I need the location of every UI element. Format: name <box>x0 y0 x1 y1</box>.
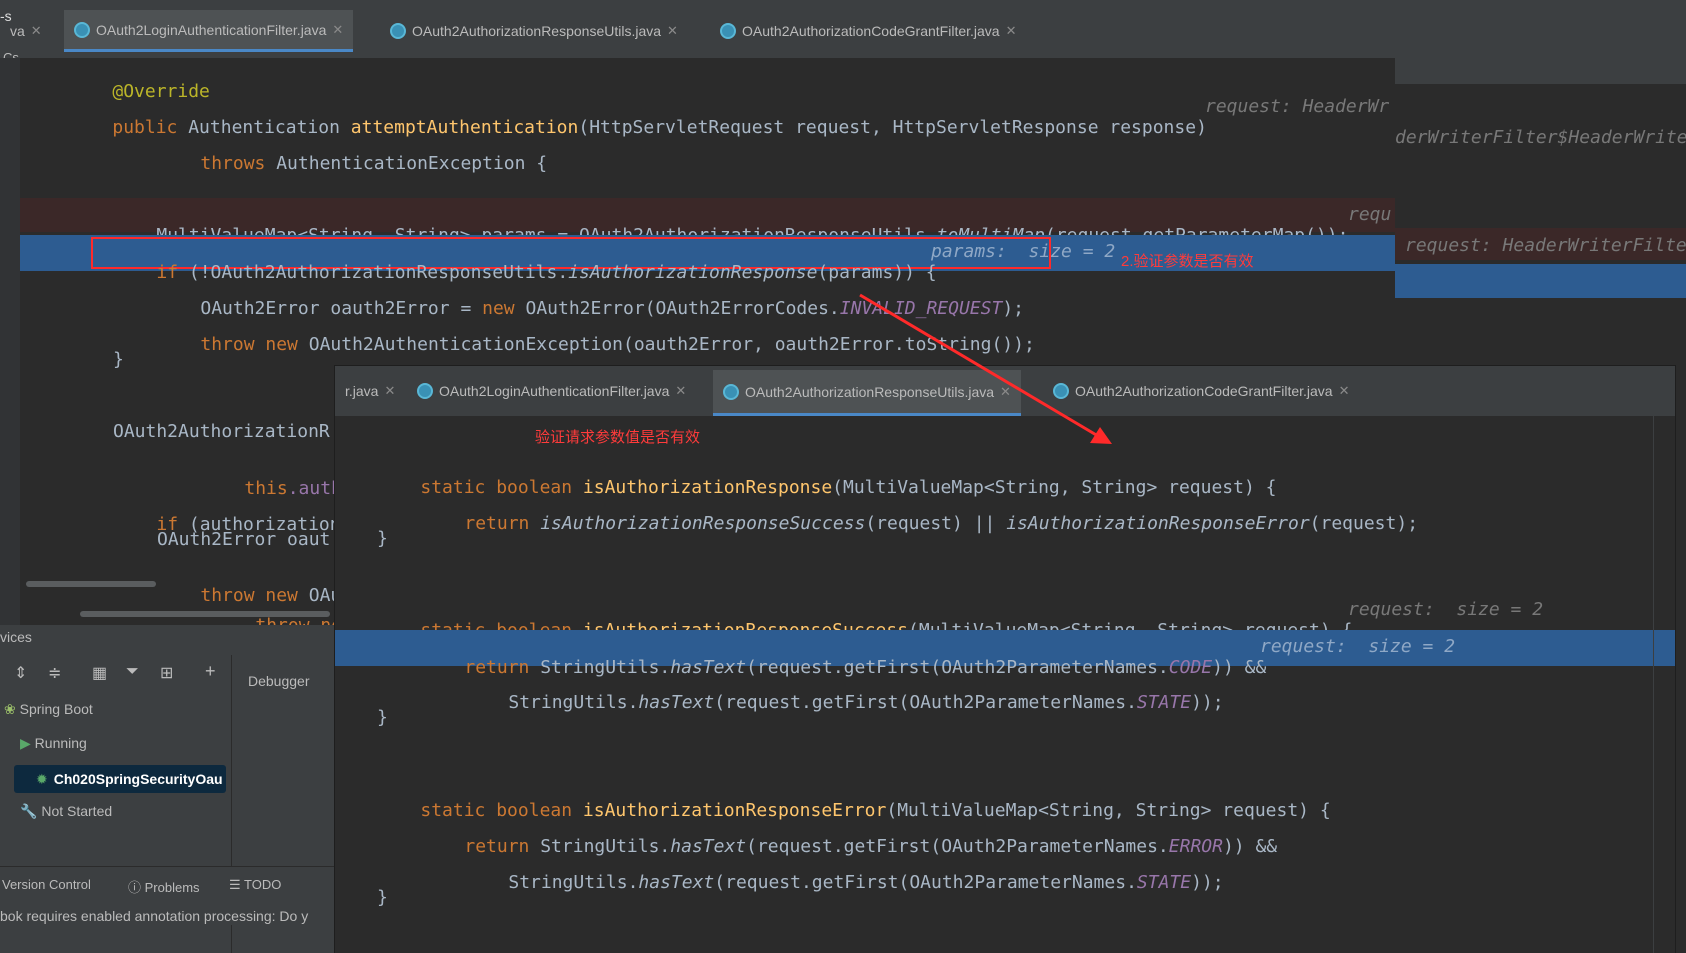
arrow-head <box>1090 427 1112 444</box>
annotation-arrow <box>859 293 1112 444</box>
arrow-line <box>859 293 1099 438</box>
